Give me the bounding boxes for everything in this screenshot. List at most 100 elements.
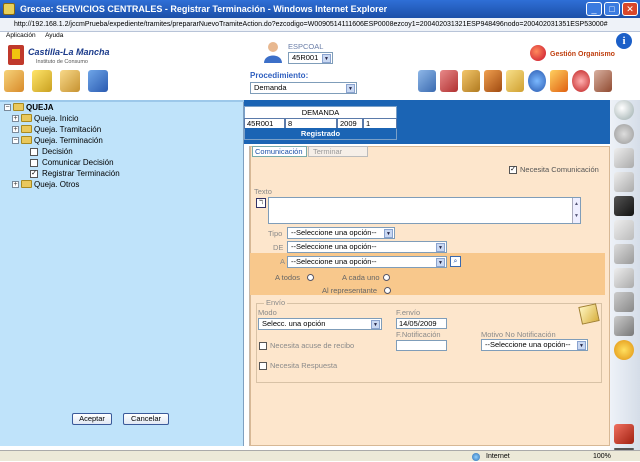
- chevron-down-icon: ▼: [436, 258, 445, 267]
- zone-label: Internet: [486, 453, 510, 460]
- logo-subtitle: Instituto de Consumo: [36, 59, 88, 65]
- de-label: DE: [273, 243, 284, 252]
- tree-item-label: Queja. Terminación: [34, 136, 103, 145]
- motivo-value: --Seleccione una opción--: [485, 340, 571, 349]
- tree-item-queja-otros[interactable]: + Queja. Otros: [12, 179, 192, 190]
- procedimiento-select[interactable]: Demanda ▼: [250, 82, 357, 94]
- aceptar-button[interactable]: Aceptar: [72, 413, 112, 425]
- tree-item-label: Comunicar Decisión: [42, 158, 114, 167]
- mail-tool-icon[interactable]: [506, 70, 524, 92]
- tipo-select[interactable]: --Seleccione una opción-- ▼: [287, 227, 395, 239]
- settings-tool-icon[interactable]: [4, 70, 24, 92]
- flower-tool-icon[interactable]: [550, 70, 568, 92]
- modo-label: Modo: [258, 308, 277, 317]
- tipo-label: Tipo: [268, 229, 283, 238]
- logo-name: Castilla-La Mancha: [28, 47, 110, 57]
- book-tool-icon[interactable]: [594, 70, 612, 92]
- folder-tool-icon[interactable]: [60, 70, 80, 92]
- minimize-button[interactable]: _: [586, 2, 602, 16]
- expand-icon[interactable]: +: [12, 115, 19, 122]
- folder-icon: [21, 125, 32, 133]
- menu-ayuda[interactable]: Ayuda: [45, 32, 63, 39]
- necesita-comunicacion-checkbox[interactable]: ✓: [509, 166, 517, 174]
- modo-select[interactable]: Selecc. una opción ▼: [258, 318, 382, 330]
- paste-icon[interactable]: [614, 268, 634, 288]
- save-disk-icon[interactable]: [614, 196, 634, 216]
- cancelar-button[interactable]: Cancelar: [123, 413, 169, 425]
- a-select[interactable]: --Seleccione una opción-- ▼: [287, 256, 447, 268]
- tree-item-queja-tramitacion[interactable]: + Queja. Tramitación: [12, 124, 192, 135]
- expand-icon[interactable]: +: [12, 126, 19, 133]
- tree-item-label: Decisión: [42, 147, 73, 156]
- collapse-icon[interactable]: −: [12, 137, 19, 144]
- books-tool-icon[interactable]: [440, 70, 458, 92]
- expand-icon[interactable]: +: [12, 181, 19, 188]
- comunicar-decision-checkbox[interactable]: [30, 159, 38, 167]
- address-bar[interactable]: http://192.168.1.2/jccmPrueba/expediente…: [0, 18, 640, 32]
- acuse-recibo-label: Necesita acuse de recibo: [270, 341, 355, 350]
- archive-tool-icon[interactable]: [462, 70, 480, 92]
- scissors-icon[interactable]: [614, 244, 634, 264]
- text-tool-icon[interactable]: ℸ: [256, 198, 266, 208]
- motivo-select[interactable]: --Seleccione una opción-- ▼: [481, 339, 588, 351]
- document-tool-icon[interactable]: [32, 70, 52, 92]
- tree-item-label: Queja. Inicio: [34, 114, 79, 123]
- database-tool-icon[interactable]: [88, 70, 108, 92]
- a-todos-radio[interactable]: [307, 274, 314, 281]
- acuse-recibo-checkbox[interactable]: [259, 342, 267, 350]
- fnotificacion-input[interactable]: [396, 340, 447, 351]
- tab-comunicacion[interactable]: Comunicación: [252, 146, 307, 157]
- folder-icon: [13, 103, 24, 111]
- necesita-comunicacion-label: Necesita Comunicación: [520, 165, 599, 174]
- maximize-button[interactable]: □: [604, 2, 620, 16]
- collapse-icon[interactable]: −: [4, 104, 11, 111]
- search-icon[interactable]: ⌕: [450, 256, 461, 267]
- tree-item-queja-terminacion[interactable]: − Queja. Terminación: [12, 135, 192, 146]
- a-todos-label: A todos: [275, 273, 301, 282]
- decision-checkbox[interactable]: [30, 148, 38, 156]
- textarea-scrollbar[interactable]: ▲ ▼: [572, 198, 580, 223]
- gestion-organismo-link[interactable]: Gestión Organismo: [550, 51, 615, 58]
- pages-icon[interactable]: [614, 148, 634, 168]
- info-icon[interactable]: i: [616, 33, 632, 49]
- tree-item-comunicar-decision[interactable]: Comunicar Decisión: [30, 157, 190, 168]
- tree-item-registrar-terminacion[interactable]: ✓ Registrar Terminación: [30, 168, 190, 179]
- sun-icon[interactable]: [614, 340, 634, 360]
- window-title: Grecae: SERVICIOS CENTRALES - Registrar …: [0, 0, 640, 18]
- tree-item-queja-inicio[interactable]: + Queja. Inicio: [12, 113, 192, 124]
- al-representante-radio[interactable]: [384, 287, 391, 294]
- a-cada-uno-radio[interactable]: [383, 274, 390, 281]
- tree-root-label: QUEJA: [26, 103, 54, 112]
- fenvio-input[interactable]: 14/05/2009: [396, 318, 447, 329]
- fnotificacion-label: F.Notificación: [396, 330, 441, 339]
- calendar-tool-icon[interactable]: [484, 70, 502, 92]
- copy-icon[interactable]: [614, 220, 634, 240]
- a-value: --Seleccione una opción--: [291, 257, 377, 266]
- necesita-respuesta-checkbox[interactable]: [259, 362, 267, 370]
- tree-item-decision[interactable]: Decisión: [30, 146, 190, 157]
- back-arrow-icon[interactable]: [614, 124, 634, 144]
- texto-textarea[interactable]: [268, 197, 581, 224]
- target-tool-icon[interactable]: [572, 70, 590, 92]
- computer-tool-icon[interactable]: [418, 70, 436, 92]
- espcoal-label: ESPCOAL: [288, 42, 324, 51]
- stack-icon[interactable]: [614, 292, 634, 312]
- de-select[interactable]: --Seleccione una opción-- ▼: [287, 241, 447, 253]
- registrar-terminacion-checkbox[interactable]: ✓: [30, 170, 38, 178]
- close-button[interactable]: ✕: [622, 2, 638, 16]
- al-representante-label: Al representante: [322, 286, 378, 295]
- magnifier-icon[interactable]: [614, 100, 634, 120]
- document-icon[interactable]: [614, 172, 634, 192]
- menu-aplicacion[interactable]: Aplicación: [6, 32, 36, 39]
- procedimiento-label: Procedimiento:: [250, 71, 309, 80]
- status-bar: Internet 100%: [0, 450, 640, 461]
- printer-icon[interactable]: [614, 316, 634, 336]
- tree-root[interactable]: − QUEJA: [4, 102, 204, 113]
- zoom-level[interactable]: 100%: [593, 451, 611, 462]
- tab-terminar[interactable]: Terminar: [308, 146, 368, 157]
- tools-icon[interactable]: [614, 424, 634, 444]
- gestion-organismo-icon[interactable]: [530, 45, 546, 61]
- espcoal-select[interactable]: 45R001 ▼: [288, 52, 333, 64]
- globe-tool-icon[interactable]: [528, 70, 546, 92]
- envelope-icon[interactable]: [578, 303, 600, 325]
